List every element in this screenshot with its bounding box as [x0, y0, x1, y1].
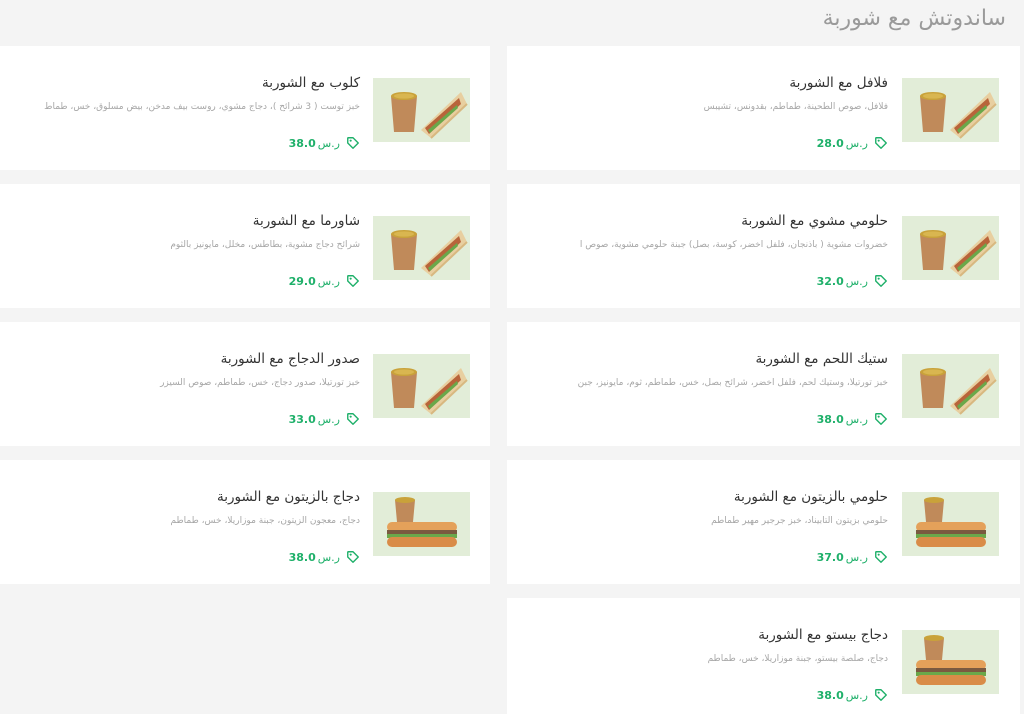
item-image [902, 78, 999, 142]
menu-item-card[interactable]: دجاج بالزيتون مع الشوربة دجاج، معجون الز… [0, 460, 490, 584]
item-price: 38.0 ر.س [289, 134, 360, 152]
item-image [902, 492, 999, 556]
item-name: ستيك اللحم مع الشوربة [755, 351, 888, 367]
item-description: فلافل، صوص الطحينة، طماطم، بقدونس، تشيبس [703, 102, 888, 112]
menu-item-card[interactable]: كلوب مع الشوربة خبز توست ( 3 شرائح )، دج… [0, 46, 490, 170]
item-price: 32.0 ر.س [817, 272, 888, 290]
item-price: 29.0 ر.س [289, 272, 360, 290]
price-tag-icon [875, 689, 887, 701]
menu-item-card[interactable]: حلومي مشوي مع الشوربة خضروات مشوية ( باذ… [507, 184, 1020, 308]
section-title: ساندوتش مع شوربة [822, 6, 1006, 31]
item-name: كلوب مع الشوربة [262, 75, 360, 91]
item-price: 37.0 ر.س [817, 548, 888, 566]
price-tag-icon [875, 275, 887, 287]
item-price: 38.0 ر.س [817, 410, 888, 428]
item-description: خبز تورتيلا، وستيك لحم، فلفل اخضر، شرائح… [577, 378, 888, 388]
price-tag-icon [347, 275, 359, 287]
item-price: 38.0 ر.س [817, 686, 888, 704]
item-description: خبز توست ( 3 شرائح )، دجاج مشوي، روست بي… [44, 102, 360, 112]
item-image [373, 216, 470, 280]
price-tag-icon [875, 551, 887, 563]
price-tag-icon [875, 413, 887, 425]
menu-item-card[interactable]: فلافل مع الشوربة فلافل، صوص الطحينة، طما… [507, 46, 1020, 170]
item-image [373, 78, 470, 142]
item-image [373, 354, 470, 418]
menu-item-card[interactable]: شاورما مع الشوربة شرائح دجاج مشوية، بطاط… [0, 184, 490, 308]
item-name: حلومي بالزيتون مع الشوربة [733, 489, 888, 505]
item-name: فلافل مع الشوربة [789, 75, 888, 91]
item-description: خضروات مشوية ( باذنجان، فلفل اخضر، كوسة،… [579, 240, 888, 250]
price-tag-icon [347, 137, 359, 149]
item-description: شرائح دجاج مشوية، بطاطس، مخلل، مايونيز ب… [170, 240, 360, 250]
item-name: دجاج بالزيتون مع الشوربة [216, 489, 360, 505]
item-name: دجاج بيستو مع الشوربة [758, 627, 888, 643]
menu-item-card[interactable]: صدور الدجاج مع الشوربة خبز تورتيلا، صدور… [0, 322, 490, 446]
item-name: شاورما مع الشوربة [252, 213, 360, 229]
item-name: صدور الدجاج مع الشوربة [220, 351, 360, 367]
menu-item-card[interactable]: ستيك اللحم مع الشوربة خبز تورتيلا، وستيك… [507, 322, 1020, 446]
price-tag-icon [875, 137, 887, 149]
item-image [373, 492, 470, 556]
item-description: حلومي بزيتون التابيناد، خبز جرجير مهير ط… [711, 516, 888, 526]
price-tag-icon [347, 413, 359, 425]
item-description: دجاج، معجون الزيتون، جبنة موزاريلا، خس، … [170, 516, 360, 526]
item-name: حلومي مشوي مع الشوربة [741, 213, 888, 229]
item-description: دجاج، صلصة بيستو، جبنة موزاريلا، خس، طما… [707, 654, 888, 664]
item-price: 33.0 ر.س [289, 410, 360, 428]
item-description: خبز تورتيلا، صدور دجاج، خس، طماطم، صوص ا… [160, 378, 360, 388]
item-image [902, 630, 999, 694]
menu-item-card[interactable]: دجاج بيستو مع الشوربة دجاج، صلصة بيستو، … [507, 598, 1020, 714]
item-price: 28.0 ر.س [817, 134, 888, 152]
menu-item-card[interactable]: حلومي بالزيتون مع الشوربة حلومي بزيتون ا… [507, 460, 1020, 584]
price-tag-icon [347, 551, 359, 563]
item-image [902, 354, 999, 418]
item-image [902, 216, 999, 280]
item-price: 38.0 ر.س [289, 548, 360, 566]
